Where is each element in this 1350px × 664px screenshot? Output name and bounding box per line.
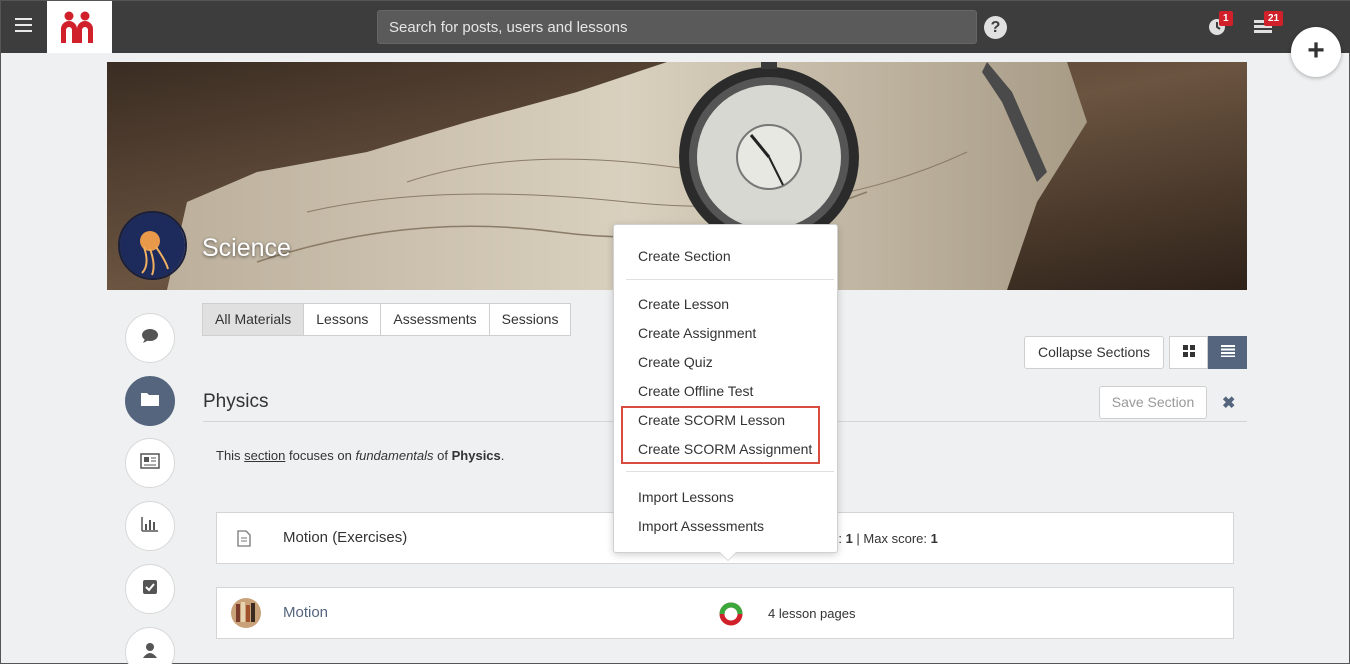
sidebar-discussions[interactable]	[125, 313, 175, 363]
sidebar-members[interactable]	[125, 627, 175, 664]
folder-icon	[141, 391, 159, 411]
create-menu: Create Section Create Lesson Create Assi…	[613, 224, 838, 553]
sidebar-analytics[interactable]	[125, 501, 175, 551]
desc-emphasis: fundamentals	[355, 448, 434, 463]
menu-create-lesson[interactable]: Create Lesson	[638, 296, 729, 312]
tab-lessons[interactable]: Lessons	[303, 303, 382, 336]
user-icon	[142, 642, 158, 663]
section-description: This section focuses on fundamentals of …	[216, 448, 504, 463]
sidebar-tasks[interactable]	[125, 564, 175, 614]
desc-text: focuses on	[285, 448, 356, 463]
tasks-badge: 21	[1264, 11, 1284, 26]
scorm-highlight-box	[621, 406, 820, 464]
menu-create-offline-test[interactable]: Create Offline Test	[638, 383, 753, 399]
max-score-value: 1	[930, 531, 938, 546]
collapse-sections-button[interactable]: Collapse Sections	[1024, 336, 1164, 369]
app-logo[interactable]	[47, 1, 112, 53]
material-title[interactable]: Motion (Exercises)	[283, 529, 407, 546]
save-section-button[interactable]: Save Section	[1099, 386, 1207, 419]
list-icon	[1220, 344, 1235, 362]
comment-icon	[141, 328, 159, 349]
menu-create-section[interactable]: Create Section	[638, 248, 731, 264]
desc-text: of	[433, 448, 452, 463]
grid-view-button[interactable]	[1169, 336, 1208, 369]
materials-filter-tabs: All Materials Lessons Assessments Sessio…	[202, 303, 572, 336]
top-bar: ? 1 21	[1, 1, 1350, 53]
material-row[interactable]: Motion 4 lesson pages	[216, 587, 1234, 639]
help-icon[interactable]: ?	[984, 16, 1007, 39]
view-toggle	[1169, 336, 1247, 369]
desc-link[interactable]: section	[244, 448, 285, 463]
list-view-button[interactable]	[1208, 336, 1247, 369]
sidebar-news[interactable]	[125, 438, 175, 488]
menu-import-assessments[interactable]: Import Assessments	[638, 518, 764, 534]
grid-icon	[1182, 344, 1195, 362]
course-title: Science	[202, 234, 291, 262]
desc-text: .	[500, 448, 505, 463]
material-meta: pts: 1 | Max score: 1	[821, 531, 938, 546]
newspaper-icon	[140, 452, 160, 474]
checkbox-icon	[142, 579, 158, 600]
create-button[interactable]: +	[1291, 27, 1341, 77]
desc-text: This	[216, 448, 245, 463]
menu-import-lessons[interactable]: Import Lessons	[638, 489, 734, 505]
menu-create-quiz[interactable]: Create Quiz	[638, 354, 713, 370]
course-avatar	[118, 211, 187, 280]
search-bar[interactable]	[377, 10, 977, 44]
desc-bold: Physics	[451, 448, 501, 463]
document-icon	[237, 530, 251, 552]
lesson-thumbnail	[231, 598, 261, 633]
tab-sessions[interactable]: Sessions	[488, 303, 572, 336]
menu-divider	[626, 279, 834, 280]
menu-icon[interactable]	[15, 18, 32, 32]
attempts-value: 1	[845, 531, 853, 546]
menu-pointer	[719, 551, 737, 560]
sidebar-materials[interactable]	[125, 376, 175, 426]
tab-all-materials[interactable]: All Materials	[202, 303, 305, 336]
tab-assessments[interactable]: Assessments	[380, 303, 490, 336]
section-title[interactable]: Physics	[203, 391, 268, 413]
close-icon[interactable]: ✖	[1222, 393, 1235, 413]
search-input[interactable]	[378, 11, 976, 43]
material-title[interactable]: Motion	[283, 604, 328, 621]
max-score-label: | Max score:	[852, 531, 931, 546]
progress-ring-icon	[719, 602, 743, 631]
bar-chart-icon	[141, 516, 159, 537]
lesson-pages-count: 4 lesson pages	[768, 606, 856, 621]
notifications-badge: 1	[1219, 11, 1233, 26]
menu-create-assignment[interactable]: Create Assignment	[638, 325, 756, 341]
menu-divider	[626, 471, 834, 472]
